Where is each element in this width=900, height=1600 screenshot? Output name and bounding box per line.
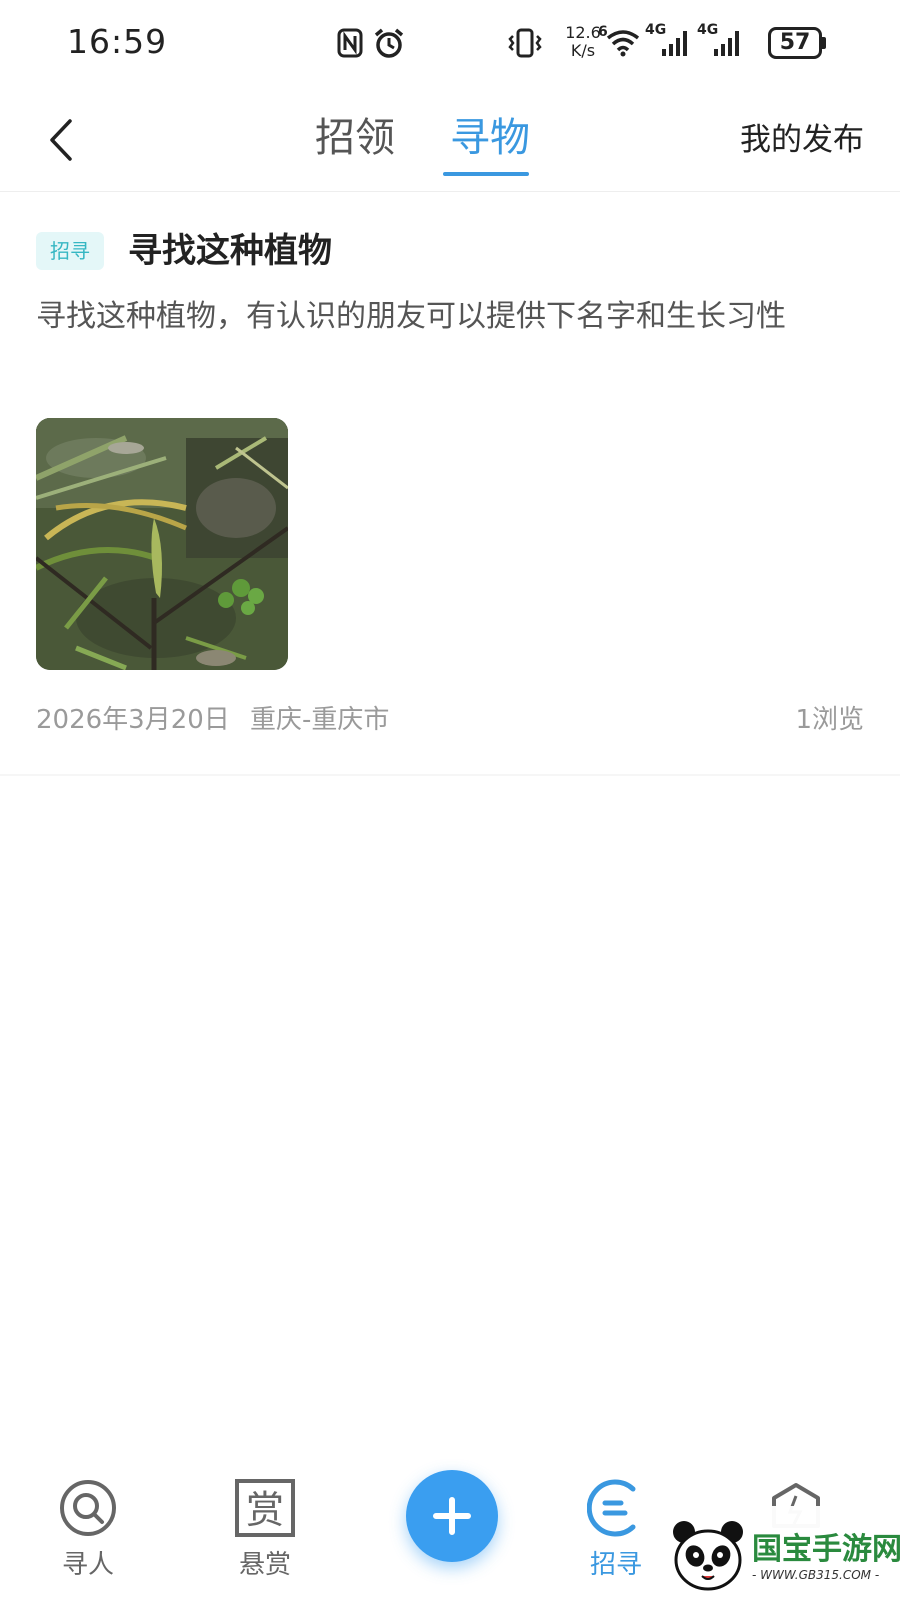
- battery-level: 57: [779, 30, 811, 55]
- bottom-nav-label: 悬赏: [238, 1550, 291, 1580]
- status-bar: 16:59 12.6 K/s 6 4G 4G 57: [0, 0, 900, 88]
- nfc-icon: [336, 26, 364, 60]
- wifi-icon: 6: [598, 24, 640, 60]
- tab-claim[interactable]: 招领: [300, 108, 410, 168]
- battery-tip: [822, 37, 826, 49]
- nav-header: 招领 寻物 我的发布: [0, 88, 900, 192]
- post-category-badge: 招寻: [36, 232, 104, 270]
- post-card[interactable]: 招寻 寻找这种植物 寻找这种植物，有认识的朋友可以提供下名字和生长习性 2026…: [0, 192, 900, 776]
- back-button[interactable]: [36, 110, 86, 170]
- watermark-text: 国宝手游网: [752, 1532, 900, 1567]
- post-date: 2026年3月20日: [36, 705, 230, 735]
- battery-icon: 57: [768, 27, 826, 59]
- panda-logo-icon: [670, 1518, 746, 1594]
- post-description: 寻找这种植物，有认识的朋友可以提供下名字和生长习性: [36, 299, 786, 334]
- bottom-nav-reward[interactable]: 赏 悬赏: [205, 1478, 325, 1598]
- search-person-icon: [58, 1478, 118, 1538]
- signal-label: 4G: [645, 22, 667, 38]
- post-location: 重庆-重庆市: [250, 705, 390, 735]
- my-posts-button[interactable]: 我的发布: [740, 116, 864, 164]
- network-speed: 12.6 K/s: [563, 24, 603, 60]
- site-watermark: 国宝手游网 - WWW.GB315.COM -: [648, 1506, 900, 1600]
- tab-lost-items[interactable]: 寻物: [440, 108, 540, 168]
- signal-label: 4G: [697, 22, 719, 38]
- add-post-button[interactable]: [406, 1470, 498, 1562]
- post-title: 寻找这种植物: [128, 231, 332, 271]
- app-screen: 16:59 12.6 K/s 6 4G 4G 57 招领 寻物 我的发布 招寻 …: [0, 0, 900, 1600]
- active-tab-indicator: [443, 172, 529, 176]
- status-time: 16:59: [67, 22, 168, 61]
- signal-icon: 4G: [697, 22, 743, 60]
- bottom-nav-find-people[interactable]: 寻人: [28, 1478, 148, 1598]
- svg-text:赏: 赏: [246, 1488, 284, 1532]
- lost-found-icon: [586, 1478, 646, 1538]
- network-speed-value: 12.6: [565, 23, 601, 42]
- watermark-url: - WWW.GB315.COM -: [752, 1568, 880, 1582]
- post-view-count: 1浏览: [795, 705, 864, 735]
- plus-icon: [433, 1497, 471, 1535]
- signal-icon: 4G: [645, 22, 691, 60]
- reward-icon: 赏: [235, 1478, 295, 1538]
- vibrate-icon: [507, 26, 543, 60]
- post-image-plant-photo[interactable]: [36, 418, 288, 670]
- back-arrow-icon: [50, 119, 72, 161]
- bottom-nav-label: 寻人: [61, 1550, 114, 1580]
- alarm-icon: [372, 26, 406, 60]
- network-speed-unit: K/s: [570, 41, 596, 60]
- wifi-badge: 6: [598, 24, 608, 40]
